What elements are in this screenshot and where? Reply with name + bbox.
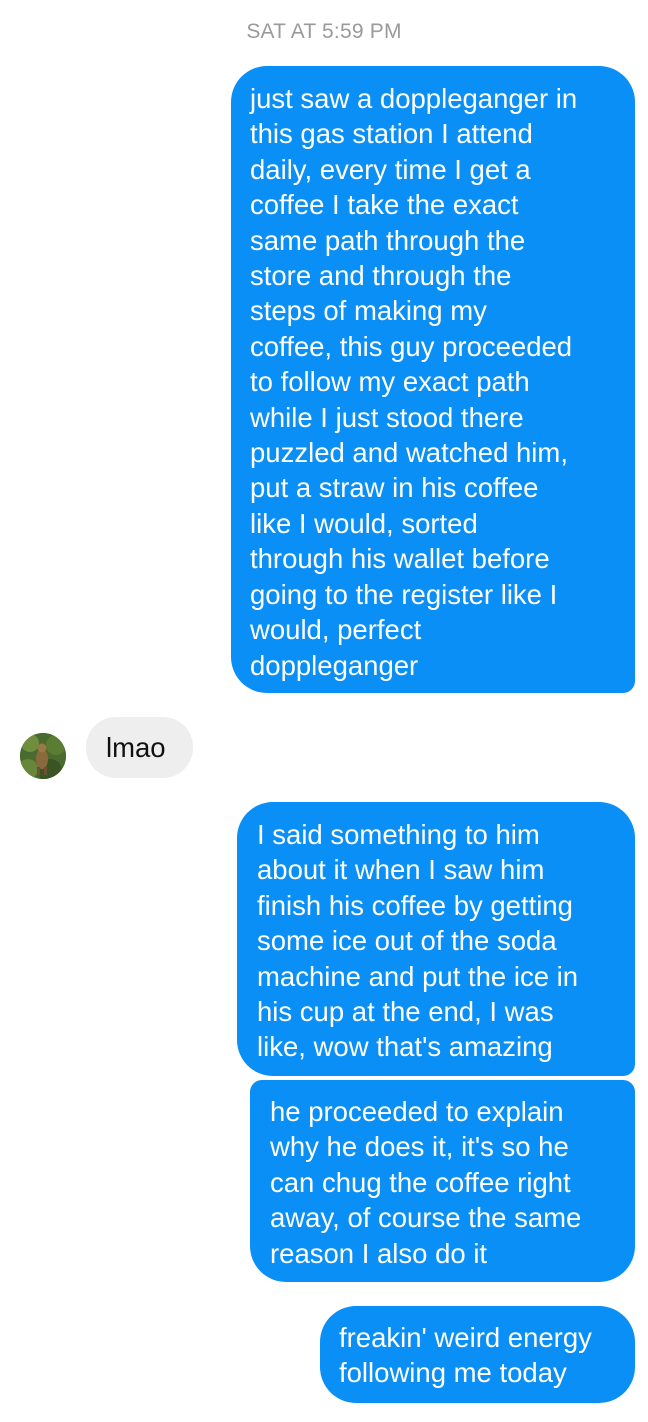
outgoing-message-bubble[interactable]: just saw a doppleganger in this gas stat… xyxy=(231,66,635,693)
avatar-photo-icon xyxy=(20,733,66,779)
outgoing-message-bubble[interactable]: I said something to him about it when I … xyxy=(237,802,635,1076)
contact-avatar[interactable] xyxy=(20,733,66,779)
outgoing-message-bubble[interactable]: he proceeded to explain why he does it, … xyxy=(250,1080,635,1282)
conversation-timestamp: SAT AT 5:59 PM xyxy=(246,20,402,43)
outgoing-message-bubble[interactable]: freakin' weird energy following me today xyxy=(320,1306,635,1403)
incoming-message-bubble[interactable]: lmao xyxy=(86,717,193,778)
